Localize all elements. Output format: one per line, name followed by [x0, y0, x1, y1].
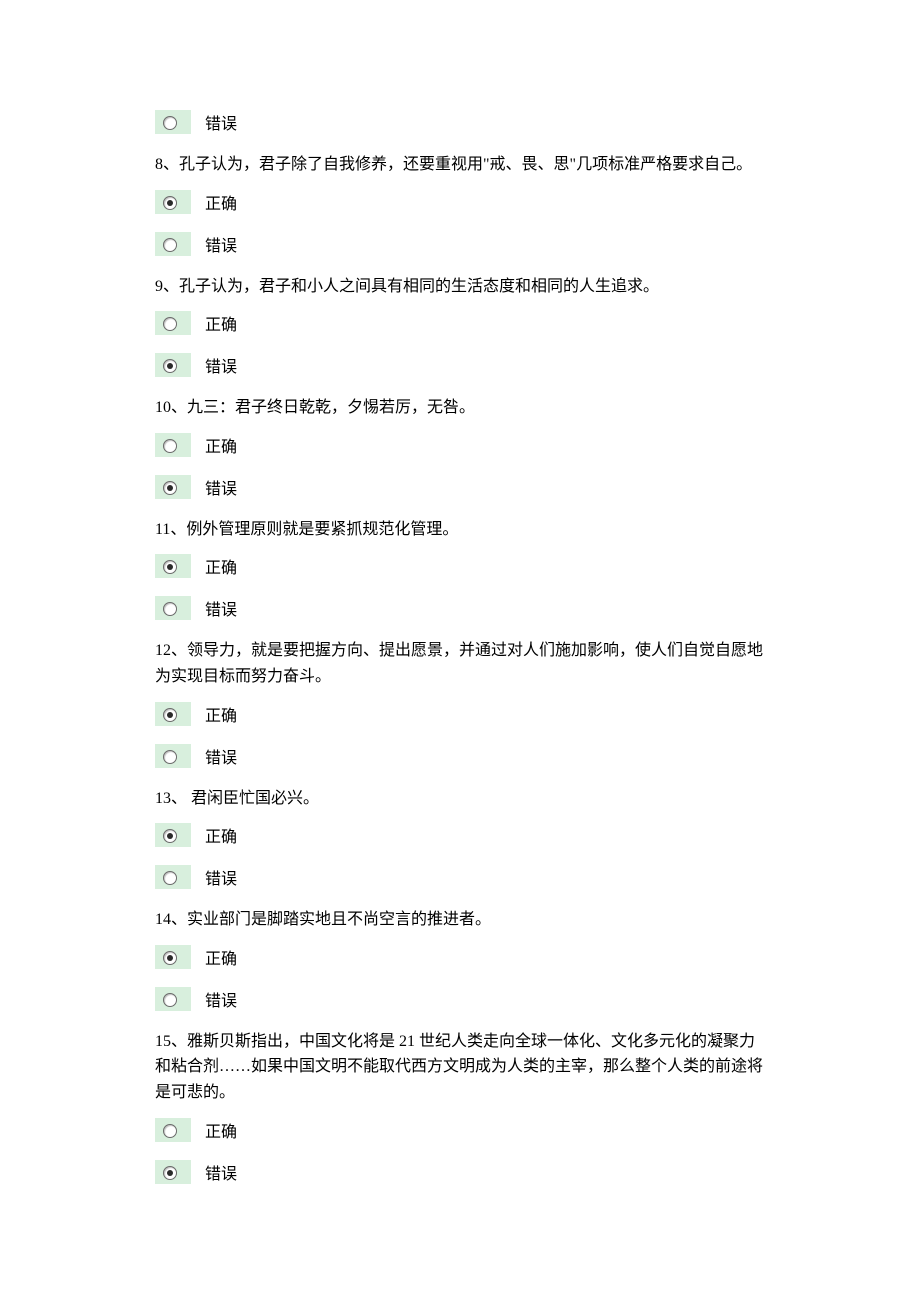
radio-button[interactable]: [155, 596, 191, 620]
option-label-correct: 正确: [205, 1125, 237, 1142]
option-label-correct: 正确: [205, 561, 237, 578]
radio-button[interactable]: [155, 823, 191, 847]
option-label-wrong: 错误: [205, 239, 237, 256]
page: 错误 8、孔子认为，君子除了自我修养，还要重视用"戒、畏、思"几项标准严格要求自…: [0, 0, 920, 1262]
option-row: 错误: [155, 353, 765, 377]
option-row: 错误: [155, 596, 765, 620]
option-row: 错误: [155, 110, 765, 134]
radio-button[interactable]: [155, 865, 191, 889]
option-label-correct: 正确: [205, 197, 237, 214]
option-label-wrong: 错误: [205, 603, 237, 620]
radio-button[interactable]: [155, 433, 191, 457]
option-row: 错误: [155, 232, 765, 256]
question-text: 15、雅斯贝斯指出，中国文化将是 21 世纪人类走向全球一体化、文化多元化的凝聚…: [155, 1029, 765, 1106]
radio-button[interactable]: [155, 1160, 191, 1184]
option-row: 正确: [155, 823, 765, 847]
option-row: 正确: [155, 311, 765, 335]
question-text: 10、九三：君子终日乾乾，夕惕若厉，无咎。: [155, 395, 765, 421]
option-row: 错误: [155, 744, 765, 768]
question-text: 11、例外管理原则就是要紧抓规范化管理。: [155, 517, 765, 543]
radio-button[interactable]: [155, 554, 191, 578]
option-label-correct: 正确: [205, 318, 237, 335]
option-row: 正确: [155, 433, 765, 457]
option-label-correct: 正确: [205, 830, 237, 847]
question-text: 9、孔子认为，君子和小人之间具有相同的生活态度和相同的人生追求。: [155, 274, 765, 300]
question-text: 14、实业部门是脚踏实地且不尚空言的推进者。: [155, 907, 765, 933]
radio-button[interactable]: [155, 311, 191, 335]
option-label-correct: 正确: [205, 440, 237, 457]
option-row: 正确: [155, 1118, 765, 1142]
question-text: 12、领导力，就是要把握方向、提出愿景，并通过对人们施加影响，使人们自觉自愿地为…: [155, 638, 765, 689]
option-label-wrong: 错误: [205, 994, 237, 1011]
option-label-wrong: 错误: [205, 1167, 237, 1184]
option-label-wrong: 错误: [205, 482, 237, 499]
radio-button[interactable]: [155, 744, 191, 768]
radio-button[interactable]: [155, 232, 191, 256]
option-row: 错误: [155, 1160, 765, 1184]
option-label-wrong: 错误: [205, 872, 237, 889]
option-row: 正确: [155, 702, 765, 726]
option-row: 错误: [155, 987, 765, 1011]
option-row: 错误: [155, 865, 765, 889]
radio-button[interactable]: [155, 475, 191, 499]
option-row: 错误: [155, 475, 765, 499]
question-text: 8、孔子认为，君子除了自我修养，还要重视用"戒、畏、思"几项标准严格要求自己。: [155, 152, 765, 178]
option-label-wrong: 错误: [205, 751, 237, 768]
radio-button[interactable]: [155, 702, 191, 726]
option-label-wrong: 错误: [205, 117, 237, 134]
radio-button[interactable]: [155, 987, 191, 1011]
radio-button[interactable]: [155, 945, 191, 969]
radio-button[interactable]: [155, 353, 191, 377]
option-row: 正确: [155, 554, 765, 578]
radio-button[interactable]: [155, 110, 191, 134]
option-label-correct: 正确: [205, 952, 237, 969]
radio-button[interactable]: [155, 190, 191, 214]
option-row: 正确: [155, 945, 765, 969]
option-label-wrong: 错误: [205, 360, 237, 377]
option-row: 正确: [155, 190, 765, 214]
radio-button[interactable]: [155, 1118, 191, 1142]
question-text: 13、 君闲臣忙国必兴。: [155, 786, 765, 812]
option-label-correct: 正确: [205, 709, 237, 726]
